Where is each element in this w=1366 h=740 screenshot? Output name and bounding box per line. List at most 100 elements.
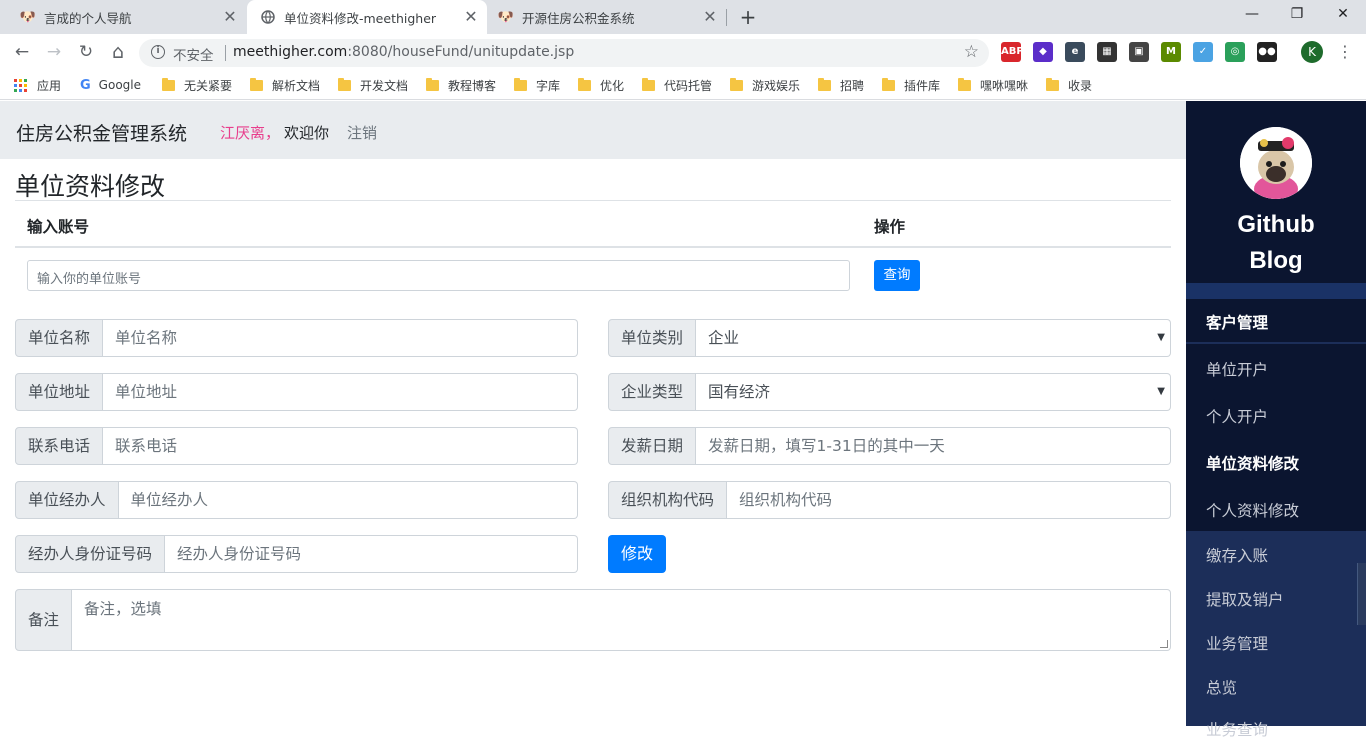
agent-input[interactable]: 单位经办人 [118,481,578,519]
bookmark-item[interactable]: 收录 [1046,76,1092,94]
bookmark-item[interactable]: 嘿咻嘿咻 [958,76,1028,94]
unit-name-label: 单位名称 [15,319,104,357]
remark-placeholder: 备注，选填 [84,600,162,618]
sidebar-item-person-update[interactable]: 个人资料修改 [1206,499,1299,521]
account-search-input[interactable]: 输入你的单位账号 [27,260,850,291]
tab-personal-nav[interactable]: 🐶 言成的个人导航 ✕ [0,0,246,34]
site-info-icon[interactable]: i [151,45,165,59]
unit-category-group: 单位类别 企业 ▼ [608,319,1171,357]
agent-id-input[interactable]: 经办人身份证号码 [165,535,578,573]
ext-check-icon[interactable]: ✓ [1193,42,1213,62]
select-caret-icon: ▼ [1157,332,1165,343]
globe-favicon-icon [260,9,276,25]
remark-textarea[interactable]: 备注，选填 [72,589,1171,651]
bookmark-label: 开发文档 [360,78,409,93]
tab-close-icon[interactable]: ✕ [702,9,718,25]
bookmark-item[interactable]: 无关紧要 [162,76,232,94]
tab-close-icon[interactable]: ✕ [222,9,238,25]
back-button[interactable]: ← [10,40,34,64]
url-text[interactable]: meethigher.com:8080/houseFund/unitupdate… [233,44,574,60]
pip-icon[interactable]: ▣ [1129,42,1149,62]
bookmark-item[interactable]: 教程博客 [426,76,496,94]
org-code-input[interactable]: 组织机构代码 [727,481,1171,519]
sidebar-group-separator [1186,342,1366,344]
pay-date-input[interactable]: 发薪日期，填写1-31日的其中一天 [696,427,1171,465]
enterprise-type-select[interactable]: 国有经济 ▼ [696,373,1171,411]
sidebar-item-unit-update[interactable]: 单位资料修改 [1206,452,1299,474]
avatar[interactable] [1240,127,1312,199]
profile-avatar[interactable]: K [1301,41,1323,63]
sidebar-item-deposit[interactable]: 缴存入账 [1206,544,1268,566]
folder-icon [1046,77,1059,91]
org-code-group: 组织机构代码 组织机构代码 [608,481,1171,519]
phone-input[interactable]: 联系电话 [103,427,578,465]
sidebar-title-line2: Blog [1249,247,1303,274]
bookmark-item[interactable]: 开发文档 [338,76,408,94]
tab-unit-update[interactable]: 单位资料修改-meethigher ✕ [247,0,487,34]
unit-address-input[interactable]: 单位地址 [103,373,578,411]
new-tab-button[interactable]: + [736,6,760,30]
folder-icon [578,77,591,91]
bookmark-item[interactable]: 解析文档 [250,76,320,94]
ext-compass-icon[interactable]: ◎ [1225,42,1245,62]
qr-code-icon[interactable]: ▦ [1097,42,1117,62]
home-button[interactable]: ⌂ [106,40,130,64]
bookmark-star-icon[interactable]: ☆ [964,42,979,62]
sidebar-item-business[interactable]: 业务管理 [1206,632,1268,654]
sidebar-item-overview[interactable]: 总览 [1206,676,1237,698]
reload-button[interactable]: ↻ [74,40,98,64]
window-close-button[interactable]: ✕ [1320,0,1366,30]
folder-icon [338,77,351,91]
address-bar[interactable]: i 不安全 meethigher.com:8080/houseFund/unit… [139,39,989,67]
folder-icon [162,77,175,91]
modify-button[interactable]: 修改 [608,535,666,573]
bookmark-item[interactable]: 招聘 [818,76,864,94]
enterprise-type-label: 企业类型 [608,373,697,411]
brand-title[interactable]: 住房公积金管理系统 [16,119,187,146]
browser-tab-bar: 🐶 言成的个人导航 ✕ 单位资料修改-meethigher ✕ 🐶 开源住房公积… [0,0,1366,34]
bookmark-item[interactable]: G Google [80,76,141,94]
sidebar-item-person-open[interactable]: 个人开户 [1206,405,1268,427]
unit-address-label: 单位地址 [15,373,104,411]
scrollbar-thumb[interactable] [1357,563,1366,625]
agent-label: 单位经办人 [15,481,119,519]
minimize-button[interactable]: — [1229,0,1275,30]
bookmark-item[interactable]: 插件库 [882,76,940,94]
agent-group: 单位经办人 单位经办人 [15,481,578,519]
resize-handle-icon[interactable] [1160,640,1168,648]
restore-button[interactable]: ❐ [1274,0,1320,30]
bookmark-item[interactable]: 应用 [14,76,61,94]
sidebar-item-unit-open[interactable]: 单位开户 [1206,358,1268,380]
bookmark-item[interactable]: 代码托管 [642,76,712,94]
sidebar-group-head[interactable]: 客户管理 [1206,311,1268,333]
logout-link[interactable]: 注销 [347,122,377,143]
security-label: 不安全 [173,48,214,64]
folder-icon [514,77,527,91]
bookmark-item[interactable]: 字库 [514,76,560,94]
ext-glasses-icon[interactable]: ●● [1257,42,1277,62]
org-code-label: 组织机构代码 [608,481,728,519]
forward-button[interactable]: → [42,40,66,64]
ext-diamond-icon[interactable]: ◆ [1033,42,1053,62]
unit-category-select[interactable]: 企业 ▼ [696,319,1171,357]
bookmark-item[interactable]: 优化 [578,76,624,94]
page-content: 住房公积金管理系统 江厌离， 欢迎你 注销 单位资料修改 输入账号 操作 输入你… [0,101,1366,739]
column-header-action: 操作 [874,218,906,236]
ext-m-icon[interactable]: M [1161,42,1181,62]
tab-close-icon[interactable]: ✕ [463,9,479,25]
abp-icon[interactable]: ABP [1001,42,1024,62]
bookmark-label: 游戏娱乐 [752,78,801,93]
google-icon: G [80,77,91,93]
bookmark-item[interactable]: 游戏娱乐 [730,76,800,94]
sidebar-item-query[interactable]: 业务查询 [1206,718,1268,740]
ext-e-icon[interactable]: e [1065,42,1085,62]
sidebar-item-withdraw[interactable]: 提取及销户 [1206,588,1284,610]
menu-kebab-icon[interactable]: ⋮ [1337,41,1353,63]
unit-category-label: 单位类别 [608,319,697,357]
bookmark-label: 收录 [1068,78,1093,93]
query-button[interactable]: 查询 [874,260,920,291]
tab-housefund-system[interactable]: 🐶 开源住房公积金系统 ✕ [488,0,726,34]
top-navbar: 住房公积金管理系统 江厌离， 欢迎你 注销 [0,101,1186,159]
unit-name-input[interactable]: 单位名称 [103,319,578,357]
user-name: 江厌离， [220,124,281,142]
